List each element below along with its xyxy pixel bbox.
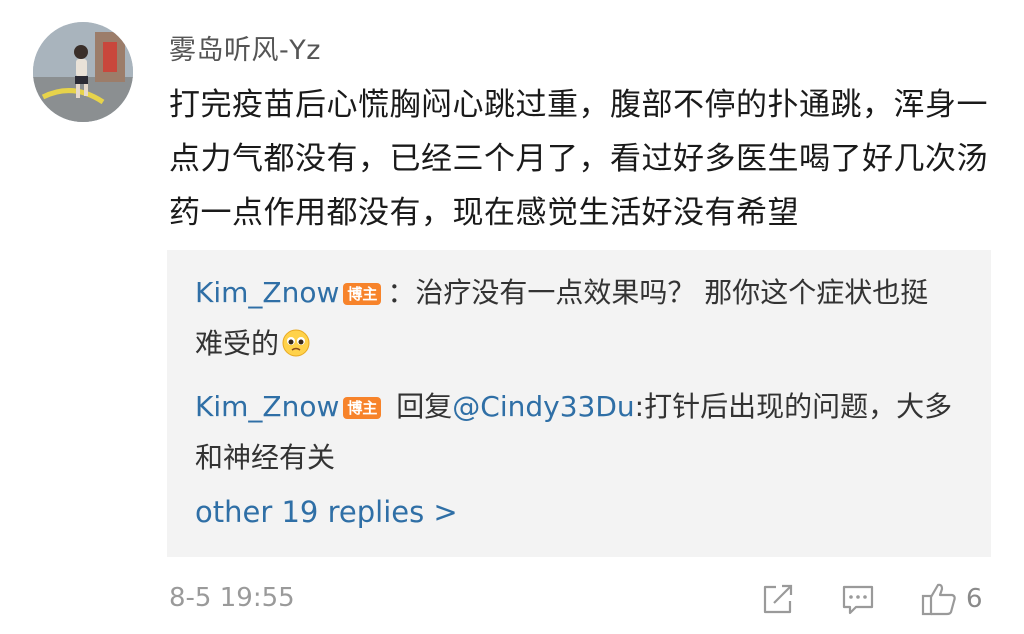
blogger-badge: 博主 [343, 283, 382, 305]
comment-button[interactable] [840, 580, 876, 618]
share-icon [763, 584, 793, 614]
reply-mention[interactable]: @Cindy33Du [452, 390, 634, 423]
blogger-badge: 博主 [343, 397, 382, 419]
comment-icon [842, 585, 874, 615]
share-button[interactable] [760, 580, 796, 618]
comment-username[interactable]: 雾岛听风-Yz [169, 28, 321, 67]
comment-text: 打完疫苗后心慌胸闷心跳过重，腹部不停的扑通跳，浑身一点力气都没有，已经三个月了，… [169, 87, 988, 231]
pleading-face-emoji [282, 329, 310, 357]
avatar[interactable] [33, 22, 133, 122]
reply-item[interactable]: Kim_Znow 博主 回复@Cindy33Du:打针后出现的问题，大多和神经有关 [195, 381, 955, 483]
reply-item[interactable]: Kim_Znow 博主 ：治疗没有一点效果吗？ 那你这个症状也挺难受的 [195, 267, 955, 369]
avatar-photo [33, 22, 133, 122]
replies-panel[interactable]: Kim_Znow 博主 ：治疗没有一点效果吗？ 那你这个症状也挺难受的 Kim_Zn… [167, 250, 991, 557]
like-count: 6 [966, 584, 983, 614]
reply-author[interactable]: Kim_Znow [195, 276, 339, 309]
comment-timestamp: 8-5 19:55 [169, 583, 295, 613]
reply-author[interactable]: Kim_Znow [195, 390, 339, 423]
reply-separator: ： [387, 276, 416, 309]
reply-prefix: 回复 [387, 390, 453, 423]
like-button[interactable]: 6 [920, 580, 983, 618]
more-replies-link[interactable]: other 19 replies > [195, 495, 458, 529]
thumbs-up-icon [921, 583, 956, 616]
